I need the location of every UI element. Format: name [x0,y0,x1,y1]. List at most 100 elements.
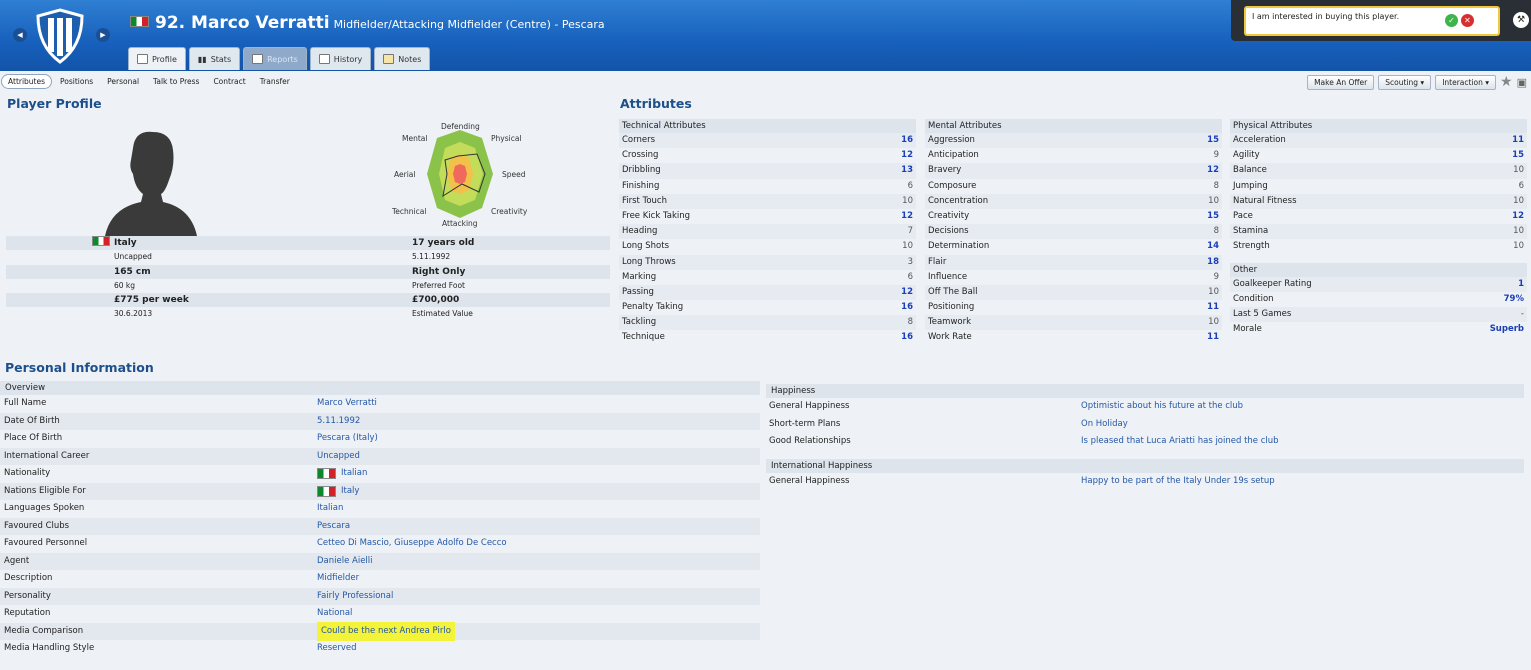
attribute-row[interactable]: Free Kick Taking 12 [619,209,916,224]
attribute-row[interactable]: Balance 10 [1230,163,1527,179]
attribute-row[interactable]: Strength 10 [1230,239,1527,254]
info-value[interactable]: Marco Verratti [317,395,377,413]
attribute-value: 12 [901,286,913,297]
attribute-value: 16 [901,332,913,343]
attribute-row[interactable]: Composure 8 [925,179,1222,194]
attribute-name: Free Kick Taking [622,210,691,221]
info-value[interactable]: Reserved [317,640,357,658]
info-value[interactable]: Daniele Aielli [317,553,373,571]
tab-profile[interactable]: Profile [128,47,186,70]
info-value[interactable]: Italian [317,465,367,483]
info-value[interactable]: Cetteo Di Mascio, Giuseppe Adolfo De Cec… [317,535,507,553]
subnav-personal[interactable]: Personal [101,75,145,88]
attribute-row[interactable]: Dribbling 13 [619,163,916,179]
attribute-row[interactable]: Flair 18 [925,254,1222,270]
info-row: Media Handling Style Reserved [0,640,760,658]
info-value[interactable]: Midfielder [317,570,359,588]
attribute-row[interactable]: Morale Superb [1230,322,1527,337]
info-value[interactable]: Italian [317,500,343,518]
attribute-name: Teamwork [928,317,972,328]
attribute-row[interactable]: Positioning 11 [925,300,1222,315]
decline-icon[interactable]: ✕ [1460,14,1474,27]
info-value[interactable]: Optimistic about his future at the club [1081,398,1243,416]
subnav-positions[interactable]: Positions [54,75,99,88]
tab-label: Profile [152,54,177,64]
back-icon[interactable]: ◀ [13,28,27,42]
attribute-row[interactable]: Passing 12 [619,284,916,301]
wrench-icon[interactable]: ⚒ [1513,12,1529,28]
radar-label-defending: Defending [441,122,480,131]
tab-notes[interactable]: Notes [374,47,431,70]
attribute-row[interactable]: Agility 15 [1230,148,1527,163]
forward-icon[interactable]: ▶ [96,28,110,42]
attribute-row[interactable]: Jumping 6 [1230,179,1527,194]
interaction-button[interactable]: Interaction ▾ [1435,74,1497,90]
profile-summary: Italy 17 years old Uncapped 5.11.1992 165 … [6,236,610,322]
attribute-name: Concentration [928,195,989,206]
subnav-transfer[interactable]: Transfer [254,75,296,88]
info-value-text: Pescara (Italy) [317,433,378,443]
attribute-row[interactable]: Tackling 8 [619,315,916,331]
attribute-row[interactable]: Crossing 12 [619,148,916,163]
attribute-row[interactable]: First Touch 10 [619,193,916,209]
attribute-row[interactable]: Natural Fitness 10 [1230,193,1527,209]
info-value-text: National [317,608,353,618]
attribute-row[interactable]: Condition 79% [1230,292,1527,307]
subnav-attributes[interactable]: Attributes [1,73,53,89]
info-value[interactable]: Pescara [317,518,350,536]
attribute-row[interactable]: Long Throws 3 [619,254,916,270]
subnav-talk-to-press[interactable]: Talk to Press [147,75,205,88]
attribute-row[interactable]: Decisions 8 [925,224,1222,240]
attribute-row[interactable]: Creativity 15 [925,209,1222,224]
info-key: Full Name [4,398,47,408]
info-value[interactable]: Pescara (Italy) [317,430,378,448]
attribute-row[interactable]: Work Rate 11 [925,330,1222,345]
tab-stats[interactable]: ▮▮ Stats [188,47,241,70]
attribute-row[interactable]: Heading 7 [619,224,916,240]
make-offer-button[interactable]: Make An Offer [1307,74,1375,90]
subnav-contract[interactable]: Contract [207,75,251,88]
attribute-row[interactable]: Stamina 10 [1230,224,1527,240]
attribute-row[interactable]: Acceleration 11 [1230,133,1527,149]
attribute-row[interactable]: Penalty Taking 16 [619,300,916,315]
info-value[interactable]: Happy to be part of the Italy Under 19s … [1081,473,1275,491]
attribute-row[interactable]: Last 5 Games - [1230,306,1527,323]
attribute-row[interactable]: Finishing 6 [619,179,916,194]
tab-reports[interactable]: Reports [243,47,307,70]
info-value-text: Could be the next Andrea Pirlo [317,621,455,641]
info-value[interactable]: Is pleased that Luca Ariatti has joined … [1081,433,1279,451]
attribute-row[interactable]: Corners 16 [619,133,916,149]
attribute-row[interactable]: Marking 6 [619,270,916,285]
attribute-name: Penalty Taking [622,302,684,313]
info-value[interactable]: 5.11.1992 [317,413,360,431]
info-value[interactable]: Uncapped [317,448,360,466]
profile-tabs: Profile ▮▮ Stats Reports History Notes [128,47,431,70]
attribute-row[interactable]: Goalkeeper Rating 1 [1230,276,1527,292]
add-shortlist-icon[interactable]: ▣ [1517,76,1527,89]
attribute-row[interactable]: Bravery 12 [925,163,1222,179]
scouting-button[interactable]: Scouting ▾ [1378,74,1432,90]
info-value[interactable]: Could be the next Andrea Pirlo [317,621,455,641]
attribute-row[interactable]: Long Shots 10 [619,239,916,254]
info-row: Nationality Italian [0,465,760,483]
attribute-row[interactable]: Determination 14 [925,239,1222,254]
attribute-row[interactable]: Concentration 10 [925,193,1222,209]
attribute-value: 15 [1207,135,1219,145]
info-value-text: On Holiday [1081,418,1128,429]
star-icon[interactable]: ★ [1500,74,1513,90]
attribute-row[interactable]: Technique 16 [619,330,916,345]
info-value[interactable]: Fairly Professional [317,588,393,606]
info-value[interactable]: On Holiday [1081,416,1128,434]
attribute-row[interactable]: Pace 12 [1230,209,1527,224]
attribute-value: 7 [907,226,913,237]
sub-navigation: Attributes Positions Personal Talk to Pr… [0,72,1531,90]
attribute-row[interactable]: Aggression 15 [925,133,1222,149]
attribute-row[interactable]: Off The Ball 10 [925,284,1222,301]
info-value[interactable]: National [317,605,352,623]
attribute-row[interactable]: Influence 9 [925,270,1222,285]
info-value[interactable]: Italy [317,483,359,501]
accept-icon[interactable]: ✓ [1445,14,1458,27]
attribute-row[interactable]: Anticipation 9 [925,148,1222,163]
attribute-row[interactable]: Teamwork 10 [925,315,1222,331]
tab-history[interactable]: History [309,47,372,70]
